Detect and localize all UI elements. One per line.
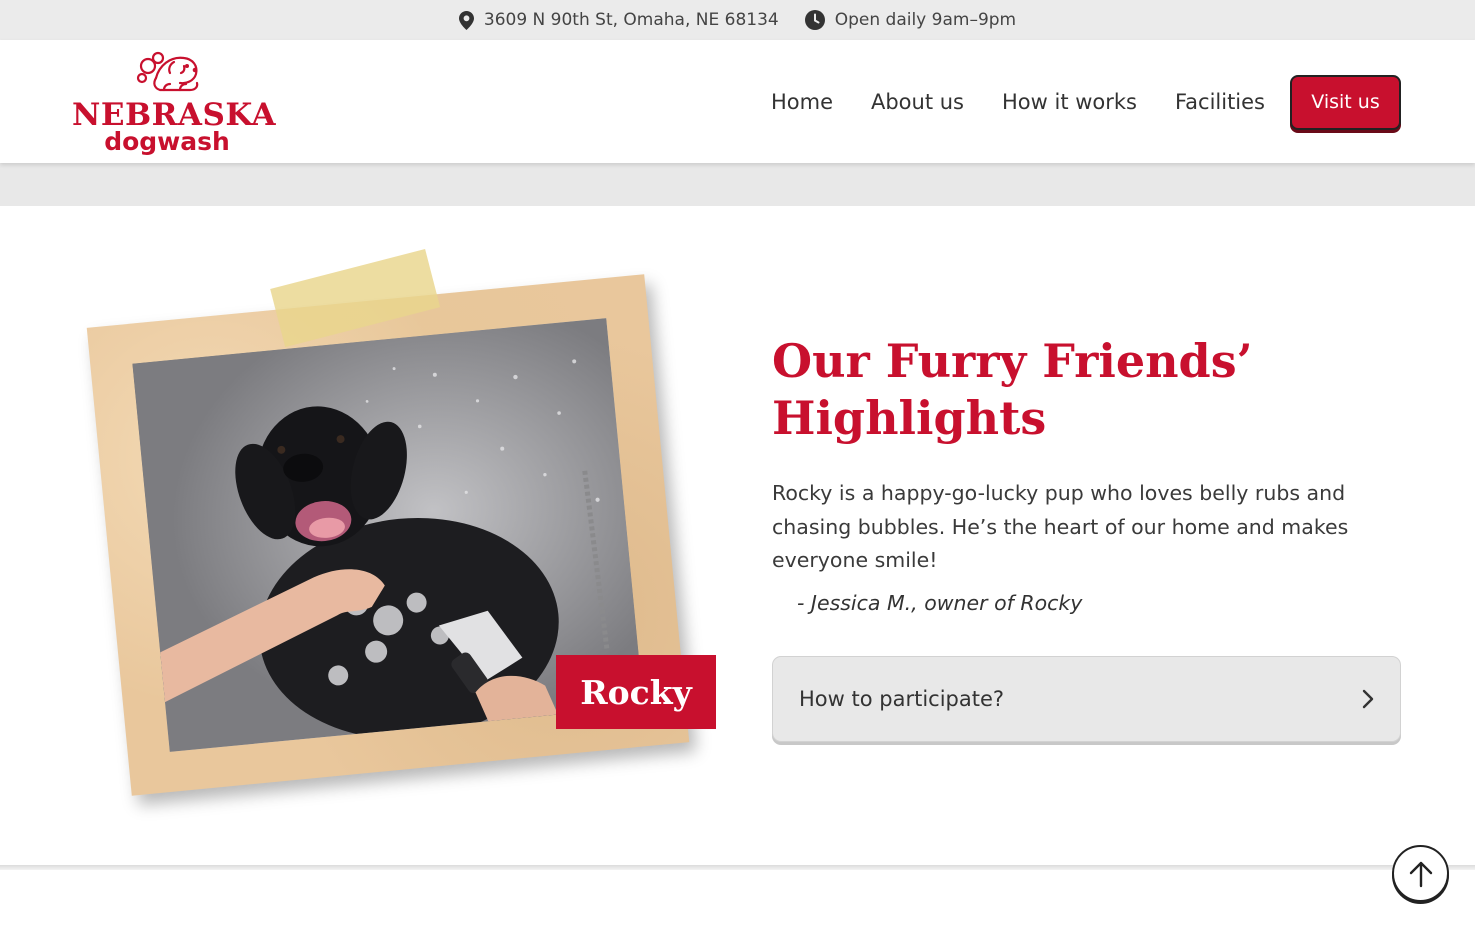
accordion-label: How to participate? (799, 687, 1005, 711)
scroll-to-top-button[interactable] (1392, 845, 1449, 902)
header-band (0, 163, 1475, 206)
location-pin-icon (458, 10, 474, 30)
nav-about-us[interactable]: About us (871, 74, 964, 130)
section-title: Our Furry Friends’ Highlights (772, 334, 1253, 445)
main-nav: Home About us How it works Facilities Vi… (771, 74, 1401, 130)
address-info: 3609 N 90th St, Omaha, NE 68134 (458, 10, 779, 30)
pet-name-label: Rocky (556, 655, 716, 729)
logo[interactable]: NEBRASKA dogwash (72, 48, 276, 156)
hours-info: Open daily 9am–9pm (804, 10, 1017, 30)
site-header: NEBRASKA dogwash Home About us How it wo… (0, 40, 1475, 163)
dog-logo-icon (136, 51, 199, 92)
chevron-right-icon (1362, 689, 1374, 709)
visit-us-button[interactable]: Visit us (1290, 74, 1401, 130)
nav-home[interactable]: Home (771, 74, 833, 130)
hours-text: Open daily 9am–9pm (834, 10, 1017, 30)
nav-facilities[interactable]: Facilities (1175, 74, 1265, 130)
clock-icon (804, 10, 825, 30)
address-text: 3609 N 90th St, Omaha, NE 68134 (483, 10, 779, 30)
section-divider (0, 865, 1475, 870)
pet-description: Rocky is a happy-go-lucky pup who loves … (772, 481, 1349, 572)
nav-how-it-works[interactable]: How it works (1002, 74, 1137, 130)
logo-wordmark-dogwash: dogwash (104, 127, 230, 156)
arrow-up-icon (1409, 861, 1432, 887)
top-info-bar: 3609 N 90th St, Omaha, NE 68134 Open dai… (0, 0, 1475, 40)
testimonial-author: - Jessica M., owner of Rocky (797, 591, 1083, 615)
how-to-participate-accordion[interactable]: How to participate? (772, 656, 1401, 742)
